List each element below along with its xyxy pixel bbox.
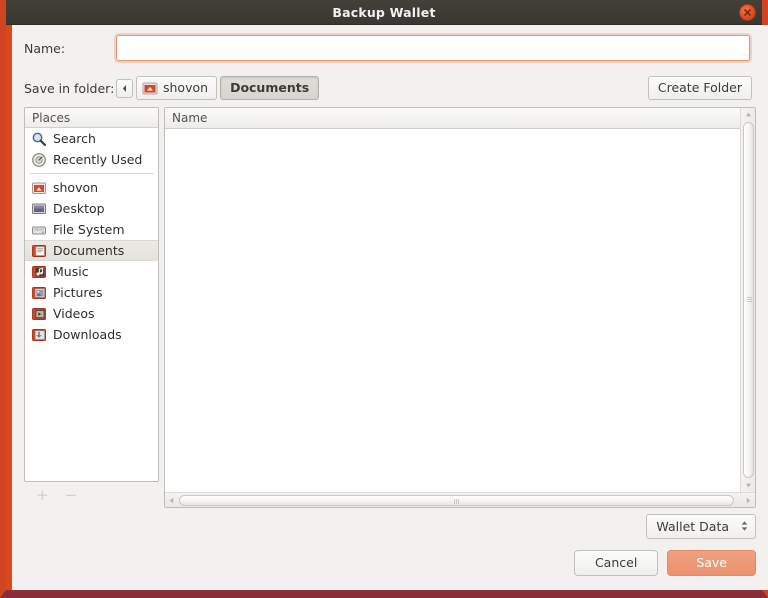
file-chooser-dialog: Name: Save in folder: shovon Documents C… [12,25,768,590]
videos-icon [31,306,47,322]
scroll-up-icon[interactable] [745,108,752,121]
chevron-updown-icon [741,521,748,531]
places-list[interactable]: Places Search Recently Used shovon Deskt… [24,107,159,482]
sidebar-item-desktop[interactable]: Desktop [25,198,158,219]
places-sidebar: Places Search Recently Used shovon Deskt… [24,107,159,508]
window-title: Backup Wallet [332,4,436,20]
sidebar-label-desktop: Desktop [53,201,105,216]
file-list-main: Name [165,108,740,492]
sidebar-label-music: Music [53,264,89,279]
close-icon[interactable] [739,4,756,21]
filter-row: Wallet Data [12,508,768,544]
home-folder-icon [31,180,47,196]
sidebar-item-file-system[interactable]: File System [25,219,158,240]
file-browser: Name [164,107,756,508]
file-type-filter-combo[interactable]: Wallet Data [646,513,756,539]
sidebar-label-shovon: shovon [53,180,99,195]
save-label: Save [696,555,727,570]
file-rows[interactable] [165,129,740,492]
scroll-right-icon[interactable] [742,497,755,504]
name-input[interactable] [116,35,750,61]
sidebar-divider [29,173,154,174]
sidebar-label-pictures: Pictures [53,285,103,300]
downloads-icon [31,327,47,343]
search-icon [31,131,47,147]
horizontal-scroll-thumb[interactable] [179,494,734,506]
breadcrumb-label-shovon: shovon [163,80,209,95]
vertical-scrollbar[interactable] [740,108,755,492]
scroll-down-icon[interactable] [745,479,752,492]
horizontal-scrollbar[interactable] [165,492,755,507]
file-list[interactable]: Name [164,107,756,508]
chevron-left-icon[interactable] [116,78,133,98]
pictures-icon [31,285,47,301]
name-label: Name: [24,40,66,56]
sidebar-item-recently-used[interactable]: Recently Used [25,149,158,170]
file-list-inner: Name [165,108,755,492]
name-row: Name: [12,27,768,69]
breadcrumb-button-documents[interactable]: Documents [220,76,320,100]
sidebar-item-documents[interactable]: Documents [25,240,158,261]
sidebar-item-downloads[interactable]: Downloads [25,324,158,345]
breadcrumb: shovon Documents [116,76,320,100]
save-in-folder-row: Save in folder: shovon Documents Create … [12,69,768,107]
breadcrumb-button-shovon[interactable]: shovon [136,76,218,100]
cancel-label: Cancel [594,555,638,570]
desktop-icon [31,201,47,217]
remove-place-button[interactable]: − [65,486,78,504]
sidebar-label-search: Search [53,131,96,146]
sidebar-item-music[interactable]: Music [25,261,158,282]
add-place-button[interactable]: + [36,486,49,504]
recent-icon [31,152,47,168]
documents-icon [31,243,47,259]
scroll-left-icon[interactable] [165,497,178,504]
sidebar-item-pictures[interactable]: Pictures [25,282,158,303]
breadcrumb-label-documents: Documents [230,80,310,95]
save-button[interactable]: Save [667,550,756,576]
save-in-folder-label: Save in folder: [24,80,115,96]
dialog-window: Backup Wallet Name: Save in folder: shov… [0,0,768,598]
music-icon [31,264,47,280]
create-folder-button[interactable]: Create Folder [647,76,752,100]
vertical-scroll-thumb[interactable] [742,122,754,478]
places-toolbar: + − [24,482,159,508]
sidebar-item-videos[interactable]: Videos [25,303,158,324]
sidebar-label-file-system: File System [53,222,125,237]
sidebar-label-downloads: Downloads [53,327,122,342]
sidebar-label-recently-used: Recently Used [53,152,143,167]
home-folder-icon [142,80,158,96]
sidebar-label-documents: Documents [53,243,125,258]
sidebar-label-videos: Videos [53,306,95,321]
titlebar[interactable]: Backup Wallet [6,0,762,25]
cancel-button[interactable]: Cancel [573,550,659,576]
action-buttons: Cancel Save [12,544,768,590]
sidebar-item-shovon[interactable]: shovon [25,177,158,198]
places-header: Places [25,108,158,128]
create-folder-label: Create Folder [657,80,742,95]
file-type-filter-label: Wallet Data [656,518,729,534]
column-header-name[interactable]: Name [165,108,740,129]
panes: Places Search Recently Used shovon Deskt… [12,107,768,508]
drive-icon [31,222,47,238]
sidebar-item-search[interactable]: Search [25,128,158,149]
